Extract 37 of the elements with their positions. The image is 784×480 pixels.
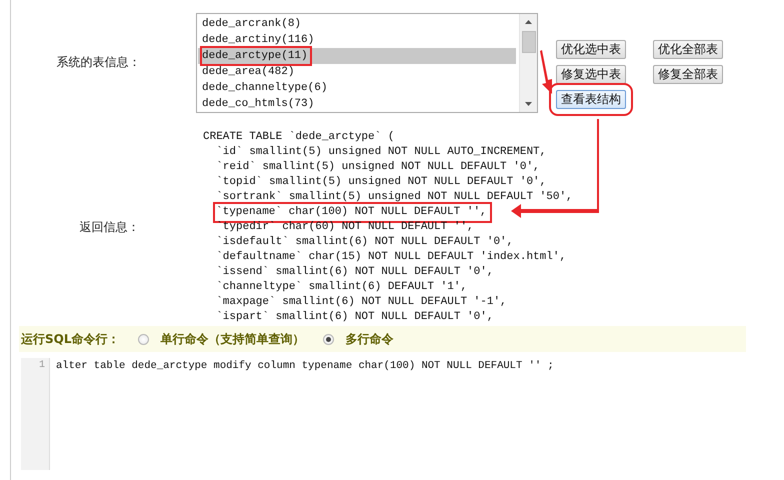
scroll-thumb[interactable] [522, 30, 536, 52]
code-line: `typedir` char(60) NOT NULL DEFAULT '', [215, 220, 474, 234]
line-number: 1 [38, 359, 46, 373]
sql-code-line: alter table dede_arctype modify column typename char(100) NOT NULL DEFAULT '' ; [56, 359, 555, 374]
radio-button[interactable] [138, 334, 148, 344]
radio-label[interactable]: 多行命令 [346, 330, 394, 348]
field-label: 返回信息： [78, 218, 140, 236]
radio-label[interactable]: 单行命令（支持简单查询） [160, 330, 304, 348]
code-line: `id` smallint(5) unsigned NOT NULL AUTO_INCREMENT, [215, 144, 546, 160]
code-line: `ispart` smallint(6) NOT NULL DEFAULT '0', [215, 310, 494, 324]
table-list-item[interactable]: dede_arcrank(8) [198, 16, 516, 32]
table-listbox[interactable]: dede_arcrank(8) dede_arctiny(116) dede_arctype(11) dede_area(482) dede_channeltype(6) dede_co_htmls(73) [196, 12, 538, 112]
table-list-item[interactable]: dede_area(482) [198, 64, 516, 80]
field-label: 系统的表信息： [56, 54, 142, 71]
code-line: `sortrank` smallint(5) unsigned NOT NULL DEFAULT '50', [215, 190, 573, 204]
code-line: CREATE TABLE `dede_arctype` ( [203, 130, 394, 144]
code-line: `typename` char(100) NOT NULL DEFAULT '', [216, 204, 489, 220]
radio-button[interactable] [322, 334, 334, 344]
annotation-arrow [540, 50, 552, 94]
table-action-button[interactable]: 修复选中表 [556, 65, 626, 84]
code-line: `reid` smallint(5) unsigned NOT NULL DEFAULT '0', [215, 160, 540, 174]
code-line: `issend` smallint(6) NOT NULL DEFAULT '0', [215, 264, 494, 280]
scrollbar[interactable] [519, 14, 537, 112]
code-line: `maxpage` smallint(6) NOT NULL DEFAULT '-1', [215, 294, 507, 310]
code-line: `isdefault` smallint(6) NOT NULL DEFAULT '0', [215, 234, 514, 250]
code-line: `defaultname` char(15) NOT NULL DEFAULT 'index.html', [215, 250, 566, 264]
table-action-button[interactable]: 优化全部表 [653, 40, 723, 59]
table-list-item[interactable]: dede_co_htmls(73) [198, 96, 516, 112]
table-list-item[interactable]: dede_arctiny(116) [198, 32, 516, 48]
table-action-button[interactable]: 优化选中表 [556, 40, 626, 59]
table-list-item[interactable]: dede_arctype(11) [198, 48, 516, 64]
section-label: 运行SQL命令行： [21, 330, 120, 348]
sql-editor[interactable]: 1 alter table dede_arctype modify column typename char(100) NOT NULL DEFAULT '' ; [21, 358, 746, 470]
table-list-item[interactable]: dede_channeltype(6) [198, 80, 516, 96]
table-action-button[interactable]: 修复全部表 [653, 65, 723, 84]
code-line: `channeltype` smallint(6) DEFAULT '1', [215, 280, 468, 294]
code-line: `topid` smallint(5) unsigned NOT NULL DEFAULT '0', [215, 174, 546, 190]
